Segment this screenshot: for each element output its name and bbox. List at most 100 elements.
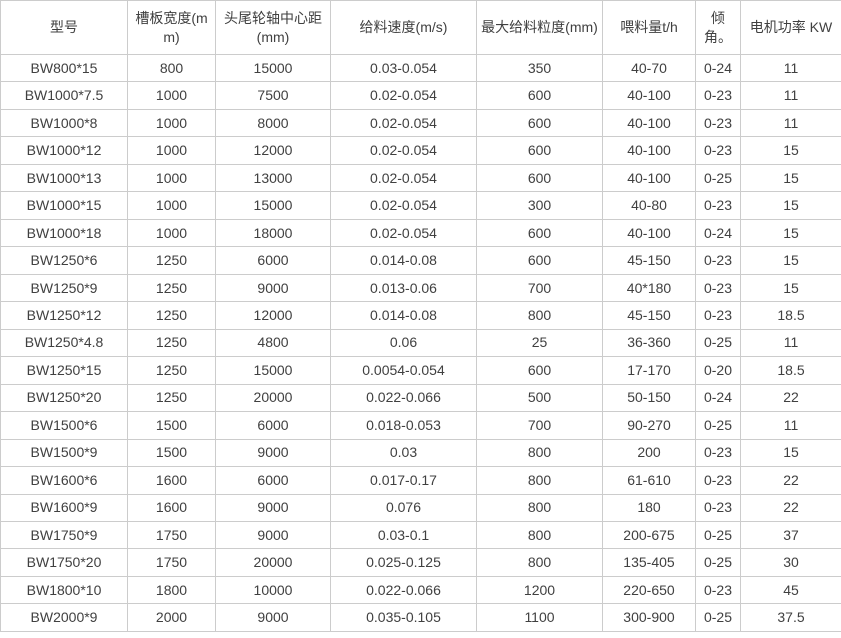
cell-incline_angle: 0-23 [696, 494, 741, 521]
cell-feed_speed_ms: 0.022-0.066 [331, 576, 477, 603]
cell-model: BW1250*20 [1, 384, 128, 411]
cell-max_feed_size_mm: 600 [477, 219, 603, 246]
cell-trough_width_mm: 1750 [128, 549, 216, 576]
cell-feed_capacity_tph: 220-650 [603, 576, 696, 603]
cell-model: BW1500*6 [1, 412, 128, 439]
table-row: BW1600*9160090000.0768001800-2322 [1, 494, 841, 521]
cell-max_feed_size_mm: 500 [477, 384, 603, 411]
cell-feed_capacity_tph: 61-610 [603, 467, 696, 494]
cell-motor_power_kw: 15 [741, 439, 841, 466]
cell-trough_width_mm: 1250 [128, 357, 216, 384]
cell-feed_capacity_tph: 90-270 [603, 412, 696, 439]
cell-feed_speed_ms: 0.013-0.06 [331, 274, 477, 301]
cell-model: BW1750*9 [1, 521, 128, 548]
cell-trough_width_mm: 1600 [128, 467, 216, 494]
cell-trough_width_mm: 2000 [128, 604, 216, 632]
cell-feed_capacity_tph: 40-80 [603, 192, 696, 219]
table-row: BW1750*9175090000.03-0.1800200-6750-2537 [1, 521, 841, 548]
cell-center_distance_mm: 9000 [216, 521, 331, 548]
column-header-feed_capacity_tph: 喂料量t/h [603, 1, 696, 55]
cell-max_feed_size_mm: 800 [477, 521, 603, 548]
cell-feed_capacity_tph: 40-70 [603, 55, 696, 82]
cell-max_feed_size_mm: 600 [477, 247, 603, 274]
cell-feed_capacity_tph: 300-900 [603, 604, 696, 632]
cell-motor_power_kw: 22 [741, 384, 841, 411]
cell-model: BW1000*12 [1, 137, 128, 164]
cell-motor_power_kw: 15 [741, 164, 841, 191]
cell-incline_angle: 0-23 [696, 439, 741, 466]
table-row: BW800*15800150000.03-0.05435040-700-2411 [1, 55, 841, 82]
cell-incline_angle: 0-25 [696, 521, 741, 548]
cell-center_distance_mm: 6000 [216, 467, 331, 494]
cell-incline_angle: 0-25 [696, 604, 741, 632]
cell-motor_power_kw: 15 [741, 192, 841, 219]
table-row: BW1000*121000120000.02-0.05460040-1000-2… [1, 137, 841, 164]
cell-feed_speed_ms: 0.03-0.054 [331, 55, 477, 82]
column-header-feed_speed_ms: 给料速度(m/s) [331, 1, 477, 55]
cell-max_feed_size_mm: 600 [477, 82, 603, 109]
cell-trough_width_mm: 1500 [128, 412, 216, 439]
cell-motor_power_kw: 37 [741, 521, 841, 548]
cell-center_distance_mm: 18000 [216, 219, 331, 246]
table-row: BW1250*6125060000.014-0.0860045-1500-231… [1, 247, 841, 274]
table-row: BW1500*6150060000.018-0.05370090-2700-25… [1, 412, 841, 439]
spec-table-header: 型号槽板宽度(mm)头尾轮轴中心距(mm)给料速度(m/s)最大给料粒度(mm)… [1, 1, 841, 55]
cell-center_distance_mm: 6000 [216, 412, 331, 439]
cell-center_distance_mm: 12000 [216, 137, 331, 164]
table-row: BW1250*4.8125048000.062536-3600-2511 [1, 329, 841, 356]
cell-feed_speed_ms: 0.02-0.054 [331, 82, 477, 109]
cell-motor_power_kw: 45 [741, 576, 841, 603]
cell-model: BW800*15 [1, 55, 128, 82]
cell-center_distance_mm: 6000 [216, 247, 331, 274]
table-row: BW1250*151250150000.0054-0.05460017-1700… [1, 357, 841, 384]
cell-incline_angle: 0-20 [696, 357, 741, 384]
table-row: BW1800*101800100000.022-0.0661200220-650… [1, 576, 841, 603]
cell-max_feed_size_mm: 800 [477, 549, 603, 576]
cell-feed_speed_ms: 0.02-0.054 [331, 137, 477, 164]
cell-motor_power_kw: 11 [741, 412, 841, 439]
cell-motor_power_kw: 22 [741, 494, 841, 521]
cell-model: BW1250*4.8 [1, 329, 128, 356]
cell-model: BW1000*7.5 [1, 82, 128, 109]
cell-trough_width_mm: 1250 [128, 384, 216, 411]
cell-feed_capacity_tph: 45-150 [603, 302, 696, 329]
cell-feed_capacity_tph: 40-100 [603, 219, 696, 246]
cell-feed_speed_ms: 0.076 [331, 494, 477, 521]
cell-center_distance_mm: 15000 [216, 192, 331, 219]
cell-feed_speed_ms: 0.025-0.125 [331, 549, 477, 576]
cell-incline_angle: 0-24 [696, 219, 741, 246]
cell-feed_capacity_tph: 200-675 [603, 521, 696, 548]
cell-incline_angle: 0-23 [696, 82, 741, 109]
cell-max_feed_size_mm: 600 [477, 357, 603, 384]
cell-feed_speed_ms: 0.035-0.105 [331, 604, 477, 632]
cell-motor_power_kw: 11 [741, 55, 841, 82]
column-header-model: 型号 [1, 1, 128, 55]
cell-motor_power_kw: 18.5 [741, 357, 841, 384]
cell-trough_width_mm: 1250 [128, 302, 216, 329]
cell-max_feed_size_mm: 350 [477, 55, 603, 82]
cell-max_feed_size_mm: 700 [477, 274, 603, 301]
cell-max_feed_size_mm: 1200 [477, 576, 603, 603]
cell-center_distance_mm: 12000 [216, 302, 331, 329]
cell-incline_angle: 0-23 [696, 576, 741, 603]
cell-feed_speed_ms: 0.02-0.054 [331, 164, 477, 191]
cell-incline_angle: 0-23 [696, 137, 741, 164]
cell-max_feed_size_mm: 600 [477, 137, 603, 164]
cell-trough_width_mm: 1000 [128, 164, 216, 191]
cell-incline_angle: 0-23 [696, 467, 741, 494]
cell-center_distance_mm: 15000 [216, 55, 331, 82]
table-row: BW1000*8100080000.02-0.05460040-1000-231… [1, 109, 841, 136]
table-row: BW1250*9125090000.013-0.0670040*1800-231… [1, 274, 841, 301]
table-row: BW1000*151000150000.02-0.05430040-800-23… [1, 192, 841, 219]
cell-feed_speed_ms: 0.022-0.066 [331, 384, 477, 411]
cell-max_feed_size_mm: 800 [477, 494, 603, 521]
cell-center_distance_mm: 9000 [216, 604, 331, 632]
cell-trough_width_mm: 1500 [128, 439, 216, 466]
cell-incline_angle: 0-24 [696, 55, 741, 82]
cell-trough_width_mm: 1800 [128, 576, 216, 603]
cell-trough_width_mm: 1600 [128, 494, 216, 521]
cell-feed_capacity_tph: 180 [603, 494, 696, 521]
cell-trough_width_mm: 1250 [128, 247, 216, 274]
cell-max_feed_size_mm: 25 [477, 329, 603, 356]
cell-model: BW1500*9 [1, 439, 128, 466]
